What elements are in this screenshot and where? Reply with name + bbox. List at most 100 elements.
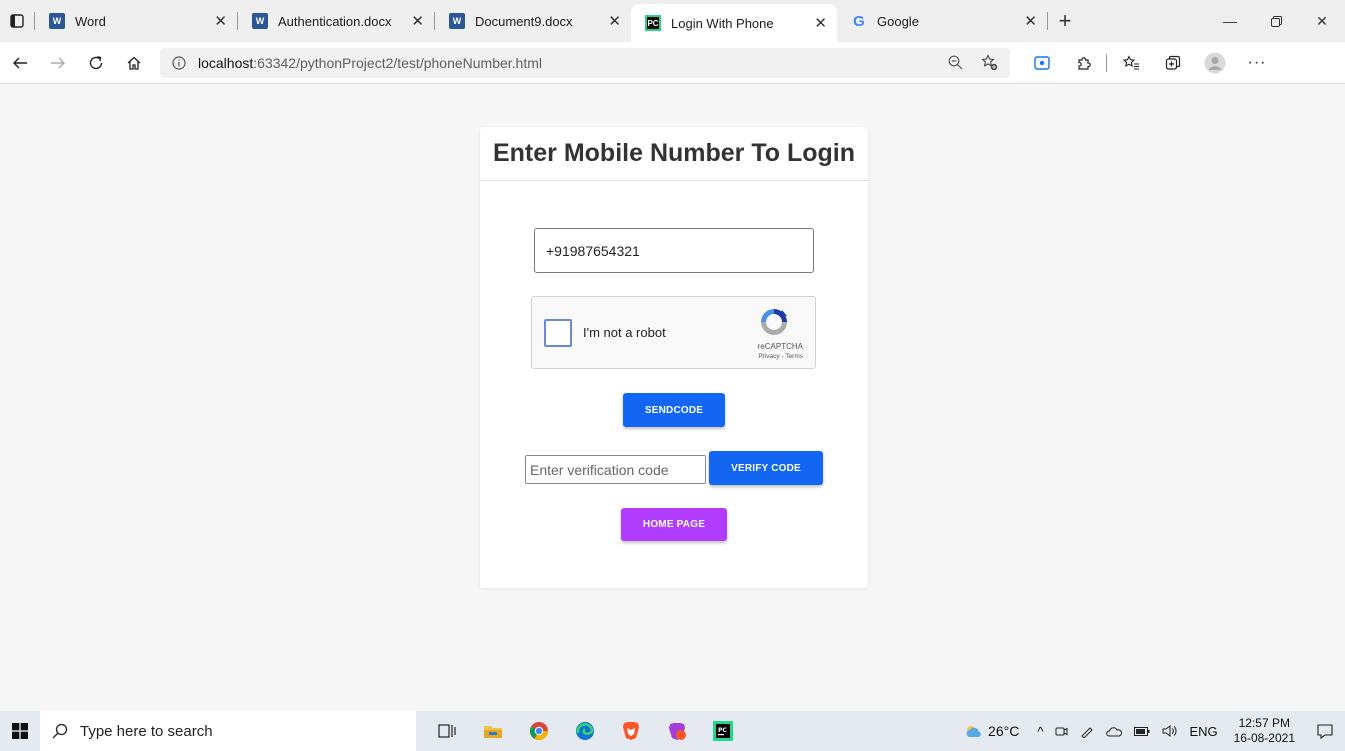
recaptcha-logo-icon (761, 309, 787, 335)
forward-button[interactable] (40, 47, 76, 79)
language-indicator[interactable]: ENG (1189, 724, 1217, 739)
close-window-button[interactable]: ✕ (1299, 0, 1345, 42)
favorites-button[interactable] (1113, 47, 1149, 79)
pycharm-button[interactable]: PC (700, 711, 746, 751)
tab-login-with-phone[interactable]: PC Login With Phone ✕ (631, 4, 837, 42)
restore-button[interactable] (1253, 0, 1299, 42)
zoom-out-icon[interactable] (948, 55, 963, 70)
brave-button[interactable] (608, 711, 654, 751)
volume-icon[interactable] (1162, 725, 1177, 737)
meet-now-icon[interactable] (1055, 725, 1068, 738)
url-text: localhost:63342/pythonProject2/test/phon… (198, 55, 542, 71)
chrome-icon (529, 722, 548, 741)
favorites-icon (1122, 54, 1139, 70)
home-icon (127, 56, 141, 70)
send-code-button[interactable]: SENDCODE (623, 393, 725, 427)
tab-word[interactable]: W Word ✕ (35, 0, 237, 42)
weather-cloud-icon (966, 726, 981, 737)
pen-workspace-icon[interactable] (1080, 724, 1094, 738)
search-icon (52, 723, 68, 739)
close-icon[interactable]: ✕ (214, 12, 227, 30)
arrow-left-icon (13, 57, 27, 68)
brave-beta-icon (669, 723, 686, 740)
brave-nightly-button[interactable] (654, 711, 700, 751)
toolbar-extensions: ··· (1022, 47, 1275, 79)
close-icon[interactable]: ✕ (411, 12, 424, 30)
home-page-button[interactable]: HOME PAGE (621, 508, 727, 541)
tab-google[interactable]: G Google ✕ (837, 0, 1047, 42)
close-icon[interactable]: ✕ (608, 12, 621, 30)
word-icon: W (449, 13, 465, 29)
clock-time: 12:57 PM (1238, 716, 1290, 730)
svg-text:PC: PC (718, 727, 727, 734)
weather-widget[interactable]: 26°C (964, 723, 1019, 739)
phone-number-input[interactable] (534, 228, 814, 273)
verification-code-input[interactable] (525, 455, 706, 484)
start-button[interactable] (0, 711, 40, 751)
pycharm-icon: PC (645, 15, 661, 31)
system-tray: 26°C ^ ENG 12:57 PM 16-08-2021 (964, 711, 1345, 751)
close-icon: ✕ (1316, 12, 1328, 29)
tab-actions-button[interactable] (0, 0, 34, 42)
verify-code-button[interactable]: VERIFY CODE (709, 451, 823, 485)
recaptcha-privacy-terms[interactable]: Privacy - Terms (758, 353, 803, 360)
word-icon: W (49, 13, 65, 29)
taskbar-clock[interactable]: 12:57 PM 16-08-2021 (1234, 716, 1295, 746)
action-center-button[interactable] (1305, 711, 1345, 751)
cast-icon (1034, 55, 1050, 70)
chrome-button[interactable] (516, 711, 562, 751)
back-button[interactable] (2, 47, 38, 79)
tab-label: Word (75, 13, 106, 29)
recaptcha-brand: reCAPTCHA (757, 342, 803, 351)
recaptcha-label: I'm not a robot (583, 325, 666, 340)
info-icon[interactable] (172, 55, 186, 70)
tab-label: Google (877, 13, 919, 29)
chevron-up-icon[interactable]: ^ (1037, 724, 1043, 739)
url-path: :63342/pythonProject2/test/phoneNumber.h… (253, 54, 543, 71)
search-placeholder: Type here to search (80, 722, 213, 740)
puzzle-icon (1078, 56, 1091, 70)
word-icon: W (252, 13, 268, 29)
file-explorer-button[interactable] (470, 711, 516, 751)
edge-button[interactable] (562, 711, 608, 751)
refresh-icon (89, 55, 103, 69)
google-icon: G (853, 12, 865, 30)
login-card: Enter Mobile Number To Login I'm not a r… (480, 127, 868, 588)
recaptcha-checkbox[interactable] (544, 319, 572, 347)
settings-more-button[interactable]: ··· (1239, 47, 1275, 79)
extensions-button[interactable] (1066, 47, 1102, 79)
address-bar[interactable]: localhost:63342/pythonProject2/test/phon… (160, 47, 1010, 78)
edge-icon (576, 722, 594, 740)
pycharm-icon: PC (713, 721, 733, 741)
tab-actions-icon (10, 14, 24, 28)
profile-button[interactable] (1197, 47, 1233, 79)
more-icon: ··· (1247, 53, 1267, 71)
folder-icon (484, 726, 502, 738)
arrow-right-icon (51, 57, 65, 68)
window-controls: — ✕ (1207, 0, 1345, 42)
clock-date: 16-08-2021 (1233, 731, 1295, 745)
battery-icon[interactable] (1134, 726, 1150, 736)
browser-tab-strip: W Word ✕ W Authentication.docx ✕ W Docum… (0, 0, 1345, 42)
collections-button[interactable] (1155, 47, 1191, 79)
windows-logo-icon (12, 723, 28, 739)
close-icon[interactable]: ✕ (814, 14, 827, 32)
screencast-button[interactable] (1024, 47, 1060, 79)
tab-authentication[interactable]: W Authentication.docx ✕ (238, 0, 434, 42)
collections-icon (1165, 55, 1181, 70)
page-title: Enter Mobile Number To Login (480, 127, 868, 181)
plus-icon: + (1058, 8, 1072, 33)
restore-icon (1270, 15, 1282, 27)
tab-document9[interactable]: W Document9.docx ✕ (435, 0, 631, 42)
onedrive-icon[interactable] (1106, 726, 1123, 737)
close-icon[interactable]: ✕ (1024, 12, 1037, 30)
browser-toolbar: localhost:63342/pythonProject2/test/phon… (0, 42, 1345, 84)
home-button[interactable] (116, 47, 152, 79)
minimize-button[interactable]: — (1207, 0, 1253, 42)
task-view-button[interactable] (424, 711, 470, 751)
add-favorite-icon[interactable] (981, 54, 998, 71)
taskbar-search[interactable]: Type here to search (40, 711, 416, 751)
weather-temperature: 26°C (988, 723, 1020, 739)
refresh-button[interactable] (78, 47, 114, 79)
new-tab-button[interactable]: + (1048, 0, 1082, 42)
